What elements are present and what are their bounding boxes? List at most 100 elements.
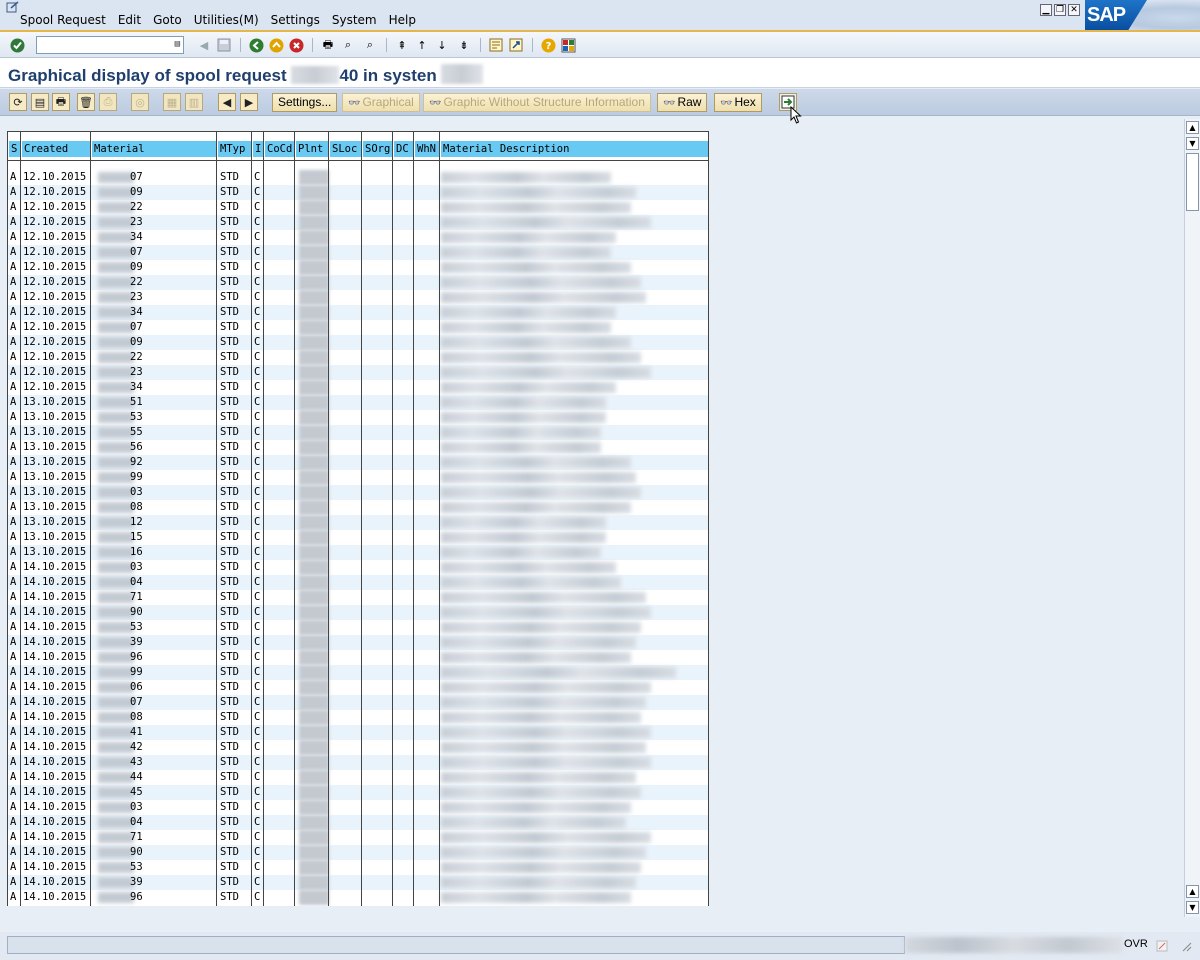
table-row[interactable]: A 12.10.2015 23 STD C [8, 365, 708, 380]
table-row[interactable]: A 12.10.2015 09 STD C [8, 335, 708, 350]
resize-grip-icon[interactable] [1180, 940, 1192, 952]
enter-icon[interactable] [9, 37, 25, 53]
last-page-icon[interactable]: ⇟ [456, 37, 472, 53]
table-row[interactable]: A 14.10.2015 04 STD C [8, 815, 708, 830]
menu-utilities-m[interactable]: Utilities(M) [194, 13, 259, 27]
menu-edit[interactable]: Edit [118, 13, 141, 27]
table-row[interactable]: A 13.10.2015 51 STD C [8, 395, 708, 410]
table-row[interactable]: A 14.10.2015 39 STD C [8, 635, 708, 650]
table-row[interactable]: A 12.10.2015 23 STD C [8, 215, 708, 230]
table-row[interactable]: A 14.10.2015 42 STD C [8, 740, 708, 755]
table-row[interactable]: A 13.10.2015 53 STD C [8, 410, 708, 425]
back-icon[interactable] [248, 37, 264, 53]
table-row[interactable]: A 13.10.2015 08 STD C [8, 500, 708, 515]
restore-icon[interactable]: ❐ [1054, 4, 1066, 16]
cell-mtyp: STD [220, 576, 239, 588]
menu-help[interactable]: Help [389, 13, 416, 27]
menu-spool-request[interactable]: Spool Request [20, 13, 106, 27]
table-row[interactable]: A 14.10.2015 71 STD C [8, 830, 708, 845]
table-row[interactable]: A 14.10.2015 53 STD C [8, 620, 708, 635]
table-row[interactable]: A 12.10.2015 22 STD C [8, 350, 708, 365]
hex-button[interactable]: 👓 Hex [714, 93, 762, 112]
table-row[interactable]: A 13.10.2015 56 STD C [8, 440, 708, 455]
previous-page-arrow-icon[interactable]: ◀ [218, 93, 236, 111]
table-row[interactable]: A 14.10.2015 03 STD C [8, 800, 708, 815]
menu-system[interactable]: System [332, 13, 377, 27]
cancel-icon[interactable] [288, 37, 304, 53]
menu-goto[interactable]: Goto [153, 13, 182, 27]
table-row[interactable]: A 14.10.2015 06 STD C [8, 680, 708, 695]
print-icon[interactable]: 🖶 [320, 37, 336, 53]
print-spool-icon[interactable]: 🖶 [52, 93, 70, 111]
table-row[interactable]: A 14.10.2015 39 STD C [8, 875, 708, 890]
command-field[interactable]: ▤ [36, 36, 184, 54]
find-icon[interactable]: ⌕ [340, 37, 356, 53]
table-row[interactable]: A 14.10.2015 43 STD C [8, 755, 708, 770]
raw-button[interactable]: 👓 Raw [657, 93, 708, 112]
overwrite-mode-indicator[interactable]: OVR [1124, 938, 1148, 950]
table-row[interactable]: A 14.10.2015 99 STD C [8, 665, 708, 680]
table-row[interactable]: A 12.10.2015 07 STD C [8, 245, 708, 260]
help-icon[interactable]: ? [540, 37, 556, 53]
table-row[interactable]: A 12.10.2015 07 STD C [8, 170, 708, 185]
table-row[interactable]: A 14.10.2015 90 STD C [8, 845, 708, 860]
save-icon[interactable] [216, 37, 232, 53]
table-row[interactable]: A 13.10.2015 55 STD C [8, 425, 708, 440]
table-row[interactable]: A 14.10.2015 53 STD C [8, 860, 708, 875]
redacted-description [441, 622, 641, 633]
next-page-arrow-icon[interactable]: ▶ [240, 93, 258, 111]
minimize-icon[interactable]: ▁ [1040, 4, 1052, 16]
table-row[interactable]: A 12.10.2015 09 STD C [8, 260, 708, 275]
table-row[interactable]: A 14.10.2015 04 STD C [8, 575, 708, 590]
refresh-icon[interactable]: ⟳ [9, 93, 27, 111]
vertical-scrollbar[interactable]: ▲ ▼ ▲ ▼ [1184, 119, 1200, 917]
close-window-icon[interactable]: ✕ [1068, 4, 1080, 16]
table-row[interactable]: A 14.10.2015 08 STD C [8, 710, 708, 725]
cell-created: 13.10.2015 [23, 426, 87, 438]
scroll-thumb[interactable] [1186, 153, 1199, 211]
table-row[interactable]: A 14.10.2015 71 STD C [8, 590, 708, 605]
scroll-page-down-icon[interactable]: ▲ [1186, 885, 1199, 898]
table-row[interactable]: A 12.10.2015 07 STD C [8, 320, 708, 335]
table-row[interactable]: A 12.10.2015 34 STD C [8, 305, 708, 320]
table-row[interactable]: A 14.10.2015 96 STD C [8, 890, 708, 905]
scroll-down-icon[interactable]: ▼ [1186, 901, 1199, 914]
next-page-icon[interactable]: ↓ [434, 37, 450, 53]
table-row[interactable]: A 12.10.2015 34 STD C [8, 380, 708, 395]
cell-indicator: C [254, 696, 261, 708]
settings-button[interactable]: Settings... [272, 93, 338, 112]
column-header-sorg: SOrg [363, 141, 393, 157]
display-icon[interactable]: ▤ [31, 93, 49, 111]
table-row[interactable]: A 14.10.2015 45 STD C [8, 785, 708, 800]
table-row[interactable]: A 13.10.2015 16 STD C [8, 545, 708, 560]
table-row[interactable]: A 14.10.2015 44 STD C [8, 770, 708, 785]
table-row[interactable]: A 12.10.2015 09 STD C [8, 185, 708, 200]
table-row[interactable]: A 13.10.2015 15 STD C [8, 530, 708, 545]
table-row[interactable]: A 12.10.2015 23 STD C [8, 290, 708, 305]
scroll-up-icon[interactable]: ▲ [1186, 121, 1199, 134]
table-row[interactable]: A 12.10.2015 22 STD C [8, 275, 708, 290]
shortcut-icon[interactable] [508, 37, 524, 53]
table-row[interactable]: A 14.10.2015 07 STD C [8, 695, 708, 710]
previous-page-icon[interactable]: ↑ [414, 37, 430, 53]
scroll-page-up-icon[interactable]: ▼ [1186, 137, 1199, 150]
find-next-icon[interactable]: ⌕ [362, 37, 378, 53]
first-page-icon[interactable]: ⇞ [394, 37, 410, 53]
table-row[interactable]: A 12.10.2015 22 STD C [8, 200, 708, 215]
system-menu-icon[interactable] [6, 1, 20, 13]
delete-icon[interactable]: 🗑 [77, 93, 95, 111]
table-row[interactable]: A 14.10.2015 96 STD C [8, 650, 708, 665]
create-session-icon[interactable] [488, 37, 504, 53]
table-row[interactable]: A 13.10.2015 92 STD C [8, 455, 708, 470]
table-row[interactable]: A 13.10.2015 03 STD C [8, 485, 708, 500]
table-row[interactable]: A 14.10.2015 03 STD C [8, 560, 708, 575]
table-row[interactable]: A 13.10.2015 99 STD C [8, 470, 708, 485]
table-row[interactable]: A 14.10.2015 41 STD C [8, 725, 708, 740]
table-row[interactable]: A 12.10.2015 34 STD C [8, 230, 708, 245]
table-row[interactable]: A 14.10.2015 90 STD C [8, 605, 708, 620]
table-row[interactable]: A 13.10.2015 12 STD C [8, 515, 708, 530]
layout-menu-icon[interactable] [560, 37, 576, 53]
command-history-icon[interactable]: ▤ [175, 39, 180, 49]
exit-icon[interactable] [268, 37, 284, 53]
menu-settings[interactable]: Settings [271, 13, 320, 27]
